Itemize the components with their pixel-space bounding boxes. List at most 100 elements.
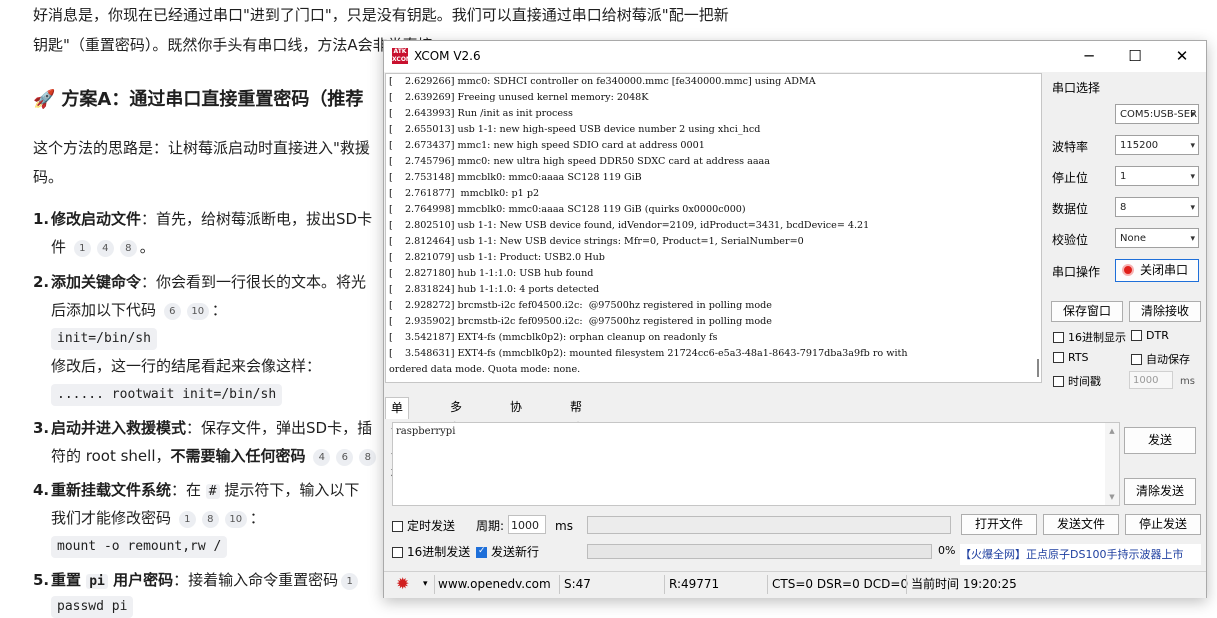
tab-multi-send[interactable]: 多条发送 bbox=[445, 397, 467, 477]
inline-code: # bbox=[205, 484, 220, 499]
checkbox-box bbox=[1053, 376, 1064, 387]
baud-select[interactable]: 115200 ▾ bbox=[1115, 135, 1199, 155]
citation-badge[interactable]: 10 bbox=[224, 511, 247, 528]
step-1-line-2: 件 1 4 8。 bbox=[51, 238, 155, 257]
section-heading: 🚀 方案A：通过串口直接重置密码（推荐 bbox=[33, 88, 363, 112]
chevron-down-icon: ▾ bbox=[1190, 141, 1195, 151]
terminal-line: [ 3.542187] EXT4-fs (mmcblk0p2): orphan … bbox=[389, 332, 718, 343]
tab-single-send[interactable]: 单条发送 bbox=[385, 397, 410, 478]
hex-send-checkbox[interactable]: 16进制发送 bbox=[392, 543, 470, 560]
close-port-label: 关闭串口 bbox=[1140, 263, 1189, 277]
tab-help[interactable]: 帮助 bbox=[565, 397, 587, 435]
period-input[interactable]: 1000 bbox=[508, 515, 546, 534]
window-title: XCOM V2.6 bbox=[414, 49, 481, 63]
terminal-line: [ 2.629266] mmc0: SDHCI controller on fe… bbox=[389, 76, 816, 87]
step-2-text: ：你会看到一行很长的文本。将光 bbox=[141, 273, 367, 291]
citation-badge[interactable]: 8 bbox=[359, 449, 377, 466]
citation-badge[interactable]: 8 bbox=[201, 511, 219, 528]
newline-label: 发送新行 bbox=[491, 545, 540, 559]
tab-protocol[interactable]: 协议传输 bbox=[505, 397, 527, 477]
step-5-title: 重置 bbox=[51, 571, 87, 589]
port-value: COM5:USB-SERIAL CH340 bbox=[1120, 109, 1199, 120]
chevron-down-icon: ▾ bbox=[1190, 172, 1195, 182]
send-text: raspberrypi bbox=[396, 426, 456, 437]
newline-checkbox[interactable]: 发送新行 bbox=[476, 543, 539, 560]
code-snippet: init=/bin/sh bbox=[51, 328, 157, 350]
menu-arrow-icon[interactable]: ▾ bbox=[423, 572, 428, 596]
timestamp-input[interactable]: 1000 bbox=[1129, 371, 1173, 389]
file-path-field[interactable] bbox=[587, 516, 951, 534]
send-scrollbar[interactable]: ▲ ▼ bbox=[1105, 423, 1119, 505]
terminal-scrollbar[interactable] bbox=[1037, 359, 1039, 377]
citation-badge[interactable]: 4 bbox=[96, 240, 114, 257]
received-count: R:49771 bbox=[669, 577, 720, 591]
xcom-window: ATK XCOM XCOM V2.6 ─ ☐ ✕ [ 2.629266] mmc0… bbox=[383, 40, 1207, 598]
gear-icon[interactable]: ✹ bbox=[396, 572, 409, 596]
terminal-line: [ 2.764998] mmcblk0: mmc0:aaaa SC128 119… bbox=[389, 204, 746, 215]
auto-save-checkbox[interactable]: 自动保存 bbox=[1131, 351, 1190, 367]
minimize-button[interactable]: ─ bbox=[1066, 41, 1112, 72]
hex-display-checkbox[interactable]: 16进制显示 bbox=[1053, 329, 1126, 345]
citation-badge[interactable]: 8 bbox=[119, 240, 137, 257]
step-1-line: 修改启动文件：首先，给树莓派断电，拔出SD卡 bbox=[51, 207, 372, 231]
auto-save-label: 自动保存 bbox=[1146, 353, 1190, 366]
intro-line-1: 好消息是，你现在已经通过串口"进到了门口"，只是没有钥匙。我们可以直接通过串口给… bbox=[33, 6, 729, 24]
step-2-line-2: 后添加以下代码 6 10： bbox=[51, 301, 227, 320]
citation-badge[interactable]: 1 bbox=[178, 511, 196, 528]
stop-bits-value: 1 bbox=[1120, 171, 1127, 182]
website-link[interactable]: www.openedv.com bbox=[438, 572, 551, 596]
send-file-button[interactable]: 发送文件 bbox=[1043, 514, 1119, 535]
receive-terminal[interactable]: [ 2.629266] mmc0: SDHCI controller on fe… bbox=[385, 73, 1042, 383]
terminal-line: [ 2.812464] usb 1-1: New USB device stri… bbox=[389, 236, 804, 247]
chevron-down-icon: ▾ bbox=[1190, 110, 1195, 120]
step-4-title: 重新挂载文件系统 bbox=[51, 481, 172, 499]
stop-bits-select[interactable]: 1 ▾ bbox=[1115, 166, 1199, 186]
sent-count: S:47 bbox=[564, 577, 591, 591]
port-op-label: 串口操作 bbox=[1052, 265, 1101, 279]
step-1-title: 修改启动文件 bbox=[51, 210, 142, 228]
citation-badge[interactable]: 4 bbox=[313, 449, 331, 466]
parity-select[interactable]: None ▾ bbox=[1115, 228, 1199, 248]
send-button[interactable]: 发送 bbox=[1124, 427, 1196, 454]
port-select[interactable]: COM5:USB-SERIAL CH340▾ bbox=[1115, 104, 1199, 124]
close-button[interactable]: ✕ bbox=[1159, 41, 1205, 72]
maximize-button[interactable]: ☐ bbox=[1112, 41, 1158, 72]
stop-send-button[interactable]: 停止发送 bbox=[1125, 514, 1201, 535]
data-bits-select[interactable]: 8 ▾ bbox=[1115, 197, 1199, 217]
code-snippet: ...... rootwait init=/bin/sh bbox=[51, 384, 283, 406]
open-file-button[interactable]: 打开文件 bbox=[961, 514, 1037, 535]
step-3-text-2: 符的 root shell， bbox=[51, 447, 171, 465]
close-port-button[interactable]: 关闭串口 bbox=[1115, 259, 1199, 282]
citation-badge[interactable]: 6 bbox=[336, 449, 354, 466]
chevron-down-icon: ▾ bbox=[1190, 203, 1195, 213]
parity-label: 校验位 bbox=[1052, 233, 1089, 247]
progress-percent: 0% bbox=[938, 544, 956, 557]
save-window-button[interactable]: 保存窗口 bbox=[1051, 301, 1123, 322]
terminal-line: [ 2.761877] mmcblk0: p1 p2 bbox=[389, 188, 540, 199]
timestamp-label: 时间戳 bbox=[1068, 375, 1101, 388]
chevron-down-icon: ▾ bbox=[1190, 234, 1195, 244]
rts-checkbox[interactable]: RTS bbox=[1053, 351, 1089, 364]
clear-receive-button[interactable]: 清除接收 bbox=[1129, 301, 1201, 322]
step-4-line: 重新挂载文件系统：在 # 提示符下，输入以下 bbox=[51, 478, 359, 504]
inline-code: pi bbox=[86, 574, 108, 589]
citation-badge[interactable]: 1 bbox=[73, 240, 91, 257]
step-number: 1. bbox=[33, 210, 50, 228]
clear-send-button[interactable]: 清除发送 bbox=[1124, 478, 1196, 505]
timestamp-checkbox[interactable]: 时间戳 bbox=[1053, 373, 1101, 389]
ad-link[interactable]: 【火爆全网】正点原子DS100手持示波器上市 bbox=[960, 544, 1201, 565]
step-5-text: ：接着输入命令重置密码 bbox=[173, 571, 339, 589]
citation-badge[interactable]: 1 bbox=[341, 573, 359, 590]
send-textarea[interactable]: raspberrypi ▲ ▼ bbox=[392, 422, 1120, 506]
terminal-line: [ 2.827180] hub 1-1:1.0: USB hub found bbox=[389, 268, 594, 279]
baud-value: 115200 bbox=[1120, 140, 1159, 151]
terminal-line: [ 2.821079] usb 1-1: Product: USB2.0 Hub bbox=[389, 252, 605, 263]
data-bits-label: 数据位 bbox=[1052, 202, 1089, 216]
step-3-text: ：保存文件，弹出SD卡，插 bbox=[186, 419, 373, 437]
title-bar[interactable]: ATK XCOM XCOM V2.6 ─ ☐ ✕ bbox=[384, 41, 1206, 72]
citation-badge[interactable]: 6 bbox=[163, 303, 181, 320]
citation-badge[interactable]: 10 bbox=[186, 303, 209, 320]
dtr-checkbox[interactable]: DTR bbox=[1131, 329, 1169, 342]
timed-send-checkbox[interactable]: 定时发送 bbox=[392, 517, 455, 534]
checkbox-box bbox=[1053, 332, 1064, 343]
